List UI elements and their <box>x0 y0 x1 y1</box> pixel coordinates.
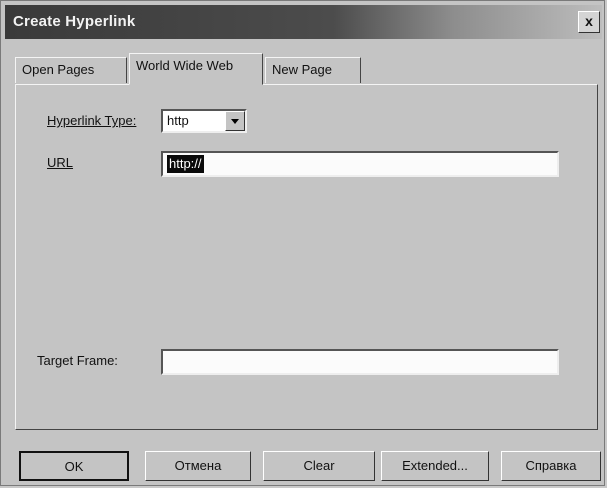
cancel-button[interactable]: Отмена <box>145 451 251 481</box>
create-hyperlink-dialog: Create Hyperlink x Open Pages World Wide… <box>0 0 605 486</box>
ok-button[interactable]: OK <box>19 451 129 481</box>
hyperlink-type-value: http <box>167 113 189 128</box>
target-frame-label: Target Frame: <box>37 353 118 368</box>
target-frame-input[interactable] <box>161 349 559 375</box>
tab-panel <box>15 84 598 430</box>
tab-world-wide-web[interactable]: World Wide Web <box>129 53 263 85</box>
help-button[interactable]: Справка <box>501 451 601 481</box>
url-input[interactable]: http:// <box>161 151 559 177</box>
tab-open-pages[interactable]: Open Pages <box>15 57 127 83</box>
title-bar: Create Hyperlink x <box>5 5 602 39</box>
url-value: http:// <box>167 155 204 173</box>
extended-button[interactable]: Extended... <box>381 451 489 481</box>
url-label: URL <box>47 155 74 170</box>
hyperlink-type-dropdown-button[interactable] <box>225 111 245 131</box>
tab-new-page[interactable]: New Page <box>265 57 361 83</box>
chevron-down-icon <box>231 119 239 124</box>
close-button[interactable]: x <box>578 11 600 33</box>
dialog-title: Create Hyperlink <box>13 13 136 30</box>
hyperlink-type-label: Hyperlink Type: <box>47 113 137 128</box>
clear-button[interactable]: Clear <box>263 451 375 481</box>
hyperlink-type-select[interactable]: http <box>161 109 247 133</box>
